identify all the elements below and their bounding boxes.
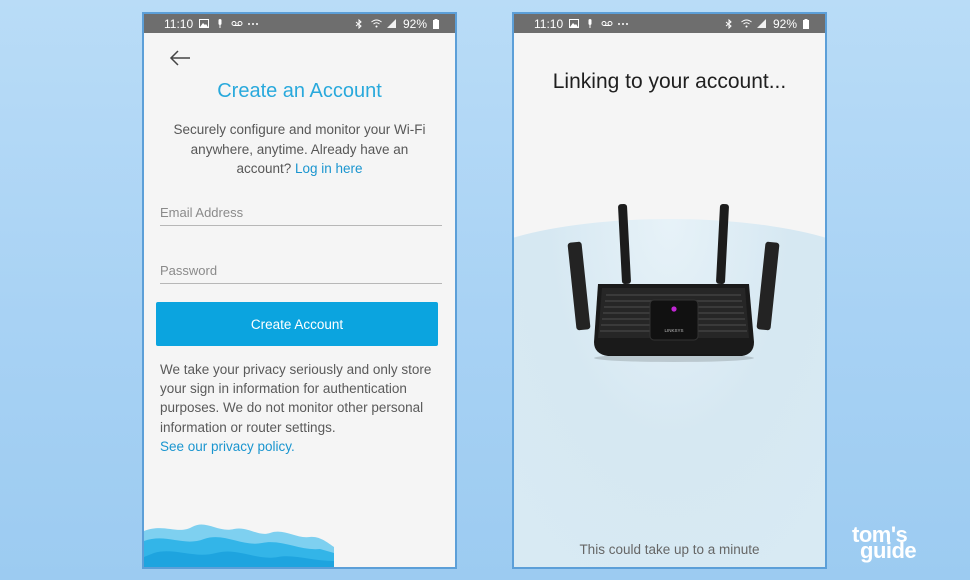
login-link[interactable]: Log in here [295,161,363,176]
phone-screen-linking: 11:10 92% Linking to your account... LIN… [512,12,827,569]
status-bar: 11:10 92% [514,14,825,33]
router-brand-label: LINKSYS [664,328,683,333]
mic-icon [585,19,595,28]
clock: 11:10 [534,16,564,31]
privacy-notice: We take your privacy seriously and only … [160,360,441,456]
signal-icon [386,19,397,28]
battery-level: 92% [772,16,797,31]
bluetooth-icon [355,19,365,29]
create-account-button[interactable]: Create Account [156,302,438,346]
voicemail-icon [231,19,243,28]
voicemail-icon [601,19,613,28]
email-field-wrapper [160,200,442,226]
page-title: Create an Account [217,80,382,102]
toms-guide-logo: tom's guide [852,522,952,570]
email-field[interactable] [160,200,442,225]
bluetooth-icon [725,19,735,29]
mic-icon [215,19,225,28]
linking-title: Linking to your account... [552,70,787,93]
image-icon [569,19,580,28]
linking-footer: This could take up to a minute [579,542,760,557]
battery-icon [803,19,813,29]
privacy-policy-link[interactable]: See our privacy policy. [160,437,441,456]
wifi-icon [741,19,752,28]
description: Securely configure and monitor your Wi-F… [172,120,427,179]
watercolor-splash-decoration [144,524,334,567]
password-field[interactable] [160,258,442,283]
logo-line-2: guide [860,538,917,563]
signal-icon [756,19,767,28]
status-bar: 11:10 92% [144,14,455,33]
router-image: LINKSYS [567,203,780,362]
battery-level: 92% [402,16,427,31]
clock: 11:10 [164,16,194,31]
battery-icon [433,19,443,29]
more-dots-icon [617,19,629,28]
image-icon [199,19,210,28]
back-arrow-icon[interactable] [168,48,192,68]
phone-screen-create-account: 11:10 92% Create an Account Securely con… [142,12,457,569]
more-dots-icon [247,19,259,28]
privacy-text: We take your privacy seriously and only … [160,362,432,435]
wifi-icon [371,19,382,28]
password-field-wrapper [160,258,442,284]
